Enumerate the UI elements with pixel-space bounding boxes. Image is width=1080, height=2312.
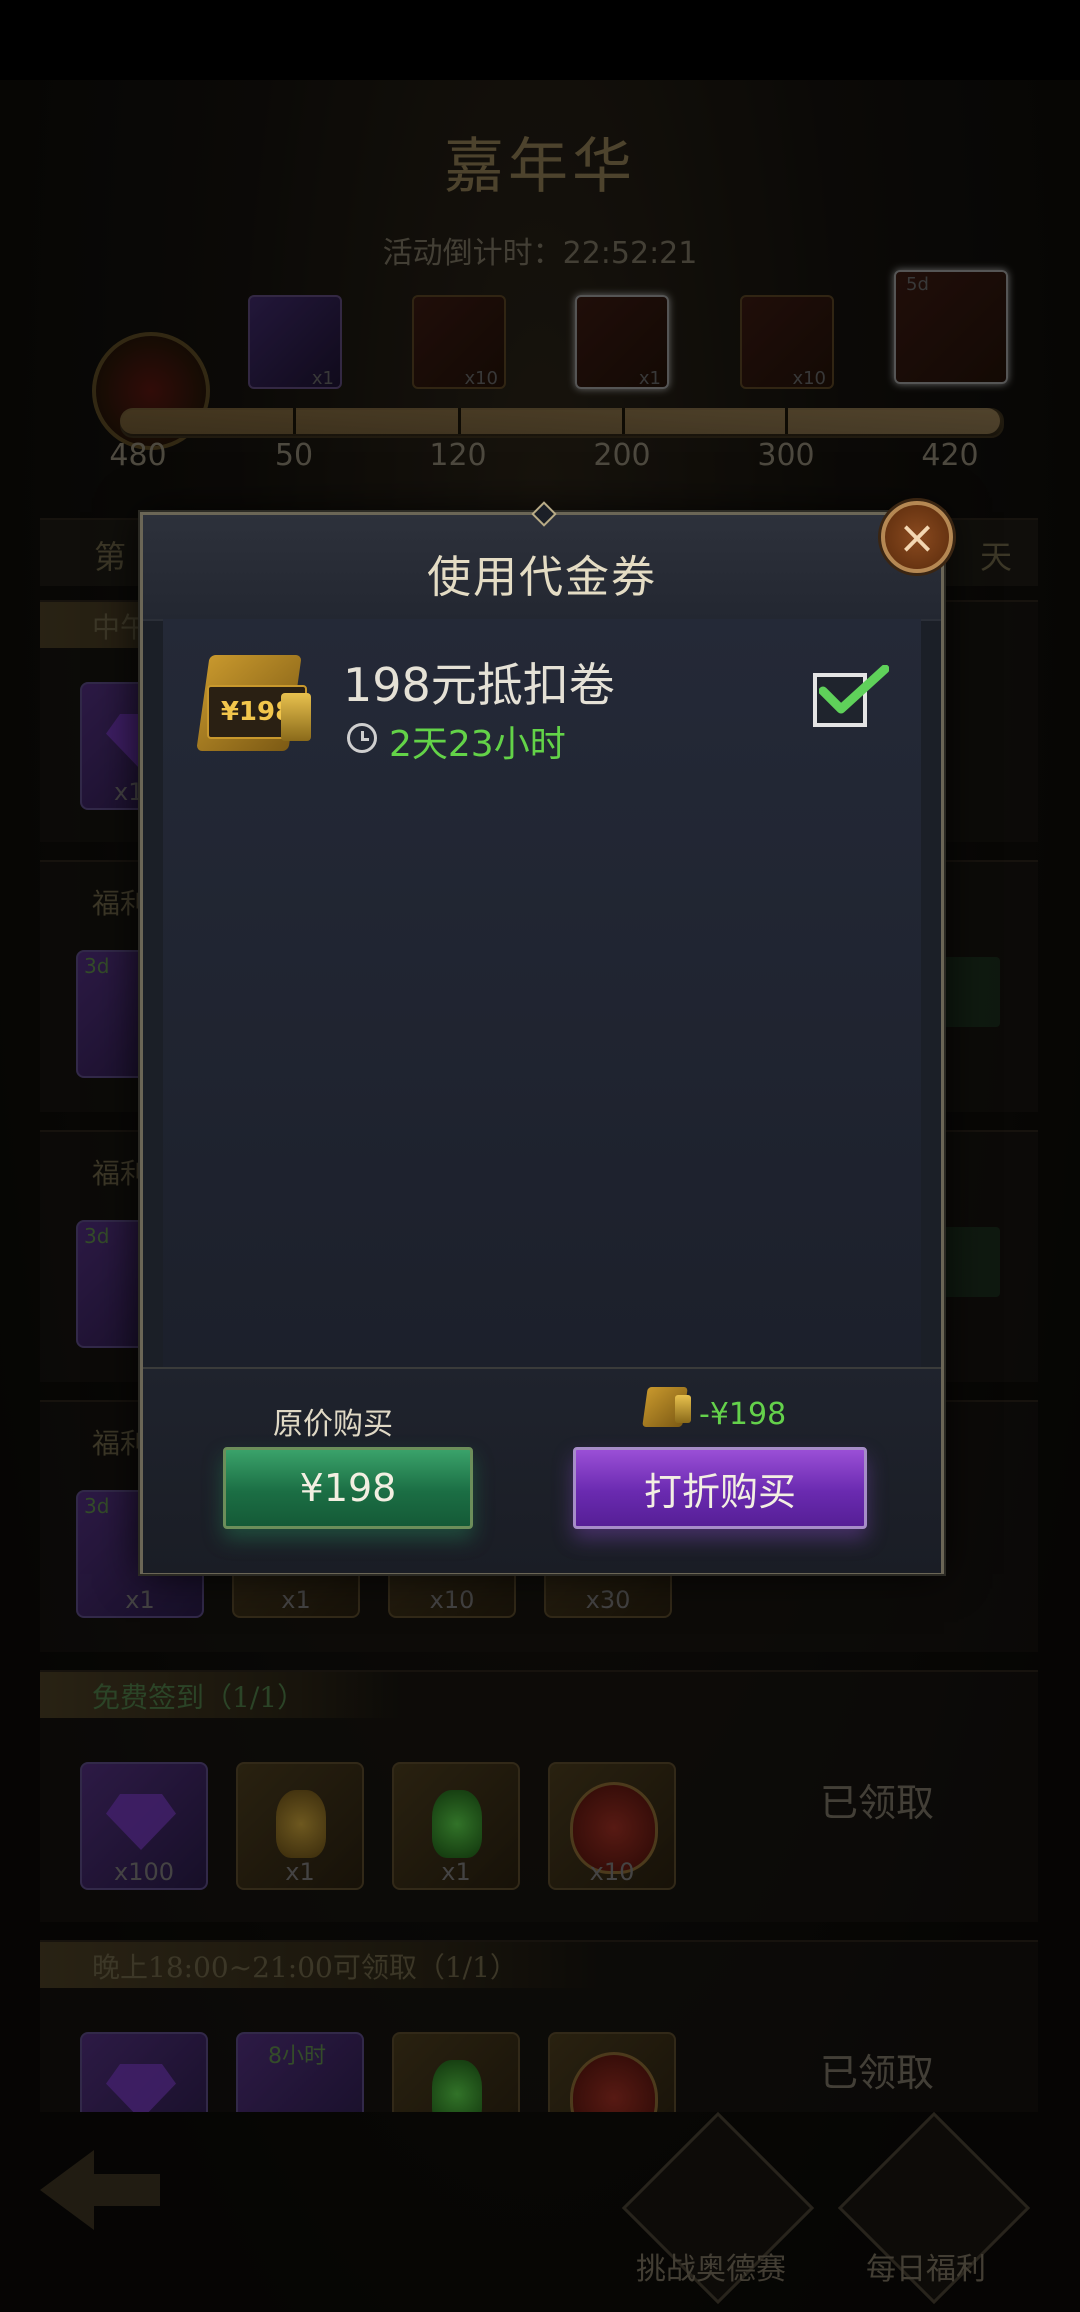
status-bar: [0, 0, 1080, 80]
close-icon: ×: [897, 510, 937, 564]
buy-discount-button[interactable]: 打折购买: [573, 1447, 867, 1529]
original-price-label: 原价购买: [273, 1407, 393, 1442]
buy-original-price-button[interactable]: ¥198: [223, 1447, 473, 1529]
checkmark-icon: [819, 665, 889, 714]
coupon-name: 198元抵扣卷: [343, 658, 615, 712]
voucher-icon: ¥198: [196, 655, 311, 751]
voucher-modal: 使用代金券 × ¥198 198元抵扣卷 2天23小时 原价购买 -¥198 ¥…: [140, 501, 953, 1574]
voucher-small-icon: [642, 1387, 691, 1427]
discount-amount: -¥198: [699, 1397, 787, 1432]
close-button[interactable]: ×: [881, 501, 953, 573]
clock-icon: [347, 723, 377, 753]
coupon-time-left: 2天23小时: [389, 724, 566, 765]
modal-title: 使用代金券: [427, 552, 657, 603]
